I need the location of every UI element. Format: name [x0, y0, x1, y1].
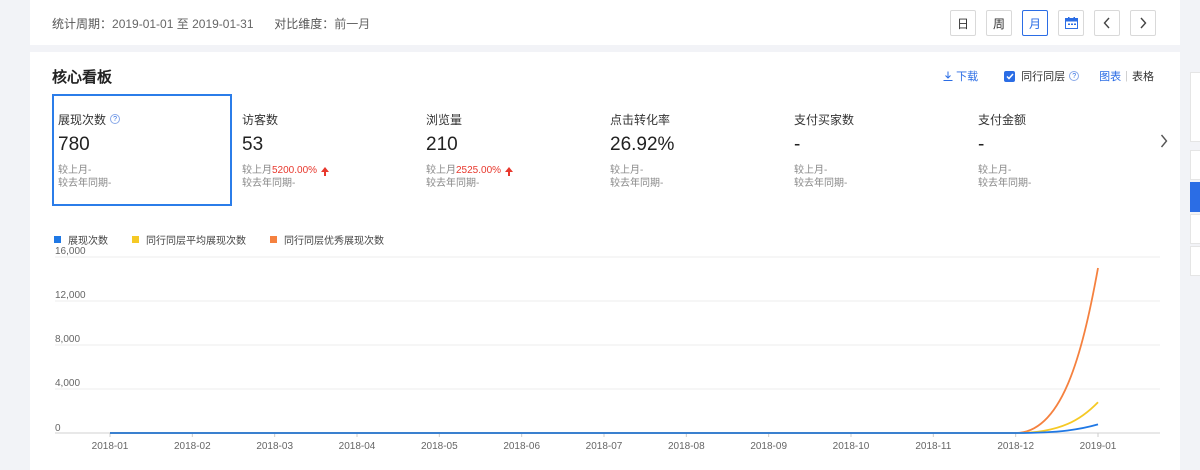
y-tick-label: 16,000 [55, 246, 86, 257]
y-tick-label: 8,000 [55, 334, 80, 345]
side-tab[interactable] [1190, 246, 1200, 276]
y-tick-label: 12,000 [55, 290, 86, 301]
x-tick-label: 2018-11 [915, 441, 951, 452]
x-tick-label: 2018-04 [339, 441, 376, 452]
x-tick-label: 2018-03 [256, 441, 293, 452]
x-tick-label: 2018-10 [833, 441, 870, 452]
y-tick-label: 4,000 [55, 378, 80, 389]
series-line [110, 423, 1099, 434]
side-tab[interactable] [1190, 72, 1200, 142]
x-tick-label: 2018-06 [503, 441, 540, 452]
line-chart: 0 4,000 8,000 12,000 16,000 2018-01 2018-02 201… [55, 246, 1160, 452]
side-toolbar [1190, 72, 1200, 470]
x-tick-label: 2018-08 [668, 441, 705, 452]
x-tick-label: 2018-09 [750, 441, 787, 452]
x-tick-label: 2018-01 [92, 441, 129, 452]
side-tab[interactable] [1190, 214, 1200, 244]
side-tab[interactable] [1190, 150, 1200, 180]
x-tick-label: 2018-05 [421, 441, 458, 452]
series-line [110, 267, 1099, 434]
y-tick-label: 0 [55, 423, 61, 434]
x-tick-label: 2018-07 [586, 441, 623, 452]
x-tick-label: 2018-02 [174, 441, 211, 452]
x-tick-label: 2019-01 [1080, 441, 1117, 452]
x-tick-label: 2018-12 [997, 441, 1034, 452]
series-line [110, 401, 1099, 434]
side-tab-active[interactable] [1190, 182, 1200, 212]
